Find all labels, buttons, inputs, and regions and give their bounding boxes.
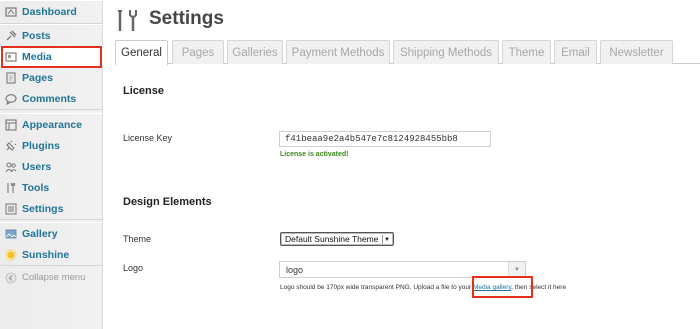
license-key-label: License Key	[123, 133, 173, 143]
collapse-menu-label: Collapse menu	[22, 272, 86, 283]
sidebar-item-dashboard[interactable]: Dashboard	[0, 1, 103, 23]
logo-help-text-after: , then select it here	[511, 284, 567, 291]
page-title: Settings	[149, 8, 224, 29]
plugin-icon	[5, 140, 17, 152]
sidebar-item-settings[interactable]: Settings	[0, 198, 103, 219]
menu-group-content: Posts Media Pages Comments	[0, 24, 103, 110]
license-section-title: License	[123, 85, 164, 97]
main-content: Settings General Pages Galleries Payment…	[115, 0, 700, 329]
sidebar-item-label: Pages	[22, 71, 53, 84]
sidebar-item-comments[interactable]: Comments	[0, 88, 103, 109]
theme-select[interactable]: Default Sunshine Theme ▼	[280, 232, 394, 246]
theme-select-value: Default Sunshine Theme	[285, 234, 379, 244]
tools-icon	[5, 182, 17, 194]
tab-payment-methods[interactable]: Payment Methods	[286, 40, 390, 64]
sidebar-item-label: Comments	[22, 92, 77, 105]
sidebar-item-users[interactable]: Users	[0, 156, 103, 177]
tab-email[interactable]: Email	[554, 40, 597, 64]
sidebar-item-label: Tools	[22, 181, 50, 194]
page-icon	[5, 71, 17, 84]
sidebar-item-label: Dashboard	[22, 6, 77, 18]
sidebar-item-label: Posts	[22, 29, 51, 42]
sidebar-item-media[interactable]: Media	[0, 46, 103, 67]
pin-icon	[5, 30, 17, 42]
sidebar-item-label: Plugins	[22, 139, 60, 152]
menu-group-plugins: Gallery Sunshine	[0, 222, 103, 266]
logo-help-text-before: Logo should be 170px wide transparent PN…	[280, 284, 473, 291]
appearance-icon	[5, 118, 17, 131]
sidebar-item-tools[interactable]: Tools	[0, 177, 103, 198]
logo-select[interactable]: logo ▼	[279, 261, 526, 278]
sidebar-item-label: Media	[22, 50, 52, 63]
sidebar-item-appearance[interactable]: Appearance	[0, 114, 103, 135]
sidebar-item-label: Settings	[22, 202, 64, 215]
menu-group-admin: Appearance Plugins Users Tools Settings	[0, 113, 103, 220]
sidebar-item-label: Gallery	[22, 227, 58, 240]
media-icon	[5, 51, 17, 63]
tab-shipping-methods[interactable]: Shipping Methods	[393, 40, 499, 64]
settings-tabs: General Pages Galleries Payment Methods …	[115, 40, 700, 65]
collapse-arrow-icon	[5, 272, 17, 284]
settings-icon	[5, 203, 17, 215]
tab-general[interactable]: General	[115, 40, 168, 65]
comment-icon	[5, 93, 17, 105]
media-gallery-link[interactable]: Media gallery	[473, 284, 511, 291]
license-status-message: License is activated!	[280, 151, 349, 158]
design-section-title: Design Elements	[123, 196, 212, 208]
sidebar-item-sunshine[interactable]: Sunshine	[0, 244, 103, 265]
theme-label: Theme	[123, 234, 152, 244]
tab-newsletter[interactable]: Newsletter	[600, 40, 673, 64]
sidebar-item-posts[interactable]: Posts	[0, 25, 103, 46]
tab-galleries[interactable]: Galleries	[227, 40, 283, 64]
tab-theme[interactable]: Theme	[502, 40, 551, 64]
collapse-menu-button[interactable]: Collapse menu	[0, 267, 85, 288]
dashboard-icon	[5, 6, 17, 18]
sun-icon	[5, 249, 17, 261]
gallery-icon	[5, 228, 17, 240]
logo-help-text: Logo should be 170px wide transparent PN…	[280, 284, 566, 291]
menu-group-dashboard: Dashboard	[0, 0, 103, 24]
sidebar-item-gallery[interactable]: Gallery	[0, 223, 103, 244]
sidebar-item-label: Sunshine	[22, 248, 70, 261]
license-key-input[interactable]: f41beaa9e2a4b547e7c8124928455bb8	[279, 131, 491, 147]
sidebar-item-plugins[interactable]: Plugins	[0, 135, 103, 156]
sidebar-item-pages[interactable]: Pages	[0, 67, 103, 88]
logo-label: Logo	[123, 263, 144, 273]
admin-sidebar: Dashboard Posts Media Pages Comments App…	[0, 0, 103, 329]
chevron-down-icon: ▼	[508, 262, 525, 277]
tab-pages[interactable]: Pages	[172, 40, 224, 64]
tools-icon	[115, 8, 141, 34]
sidebar-item-label: Appearance	[22, 118, 83, 131]
chevron-down-icon: ▼	[382, 235, 391, 244]
sidebar-item-label: Users	[22, 160, 52, 173]
users-icon	[5, 161, 17, 173]
logo-select-value: logo	[286, 264, 304, 275]
